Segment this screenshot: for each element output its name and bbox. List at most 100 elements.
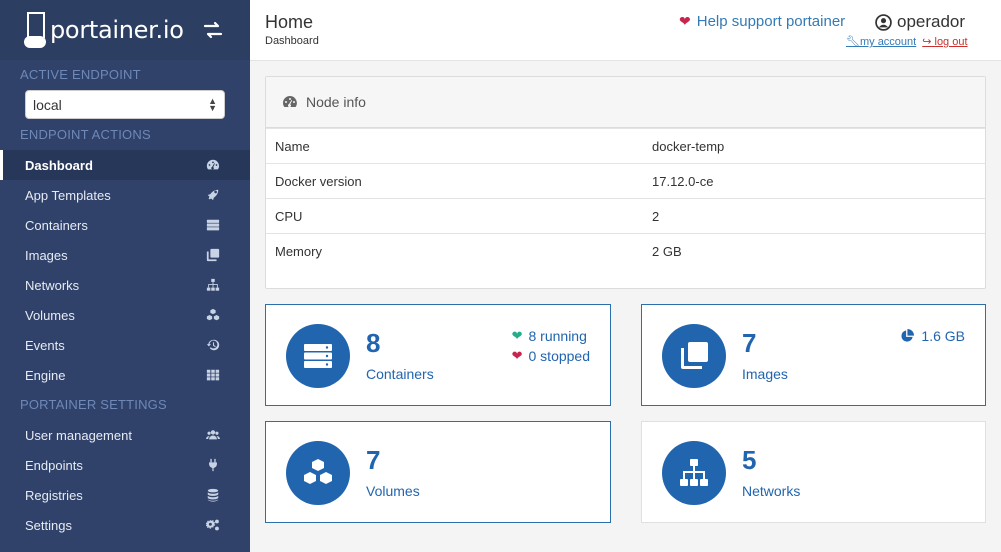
my-account-link[interactable]: 🔧︎my account [846, 35, 916, 48]
active-endpoint-title: ACTIVE ENDPOINT [20, 67, 141, 82]
containers-label: Containers [366, 366, 434, 382]
sidebar-item-app-templates[interactable]: App Templates [0, 180, 250, 210]
info-key: Name [275, 138, 310, 154]
user-info: operador [875, 12, 965, 32]
my-account-label: my account [859, 36, 917, 48]
containers-status: ❤ 8 running ❤ 0 stopped [512, 326, 590, 366]
sidebar-item-label: App Templates [25, 187, 111, 203]
info-key: Docker version [275, 173, 362, 189]
portainer-logo[interactable]: portainer.io [24, 10, 184, 50]
info-value: 2 GB [652, 243, 682, 259]
networks-widget[interactable]: 5 Networks [641, 421, 986, 523]
cogs-icon [206, 518, 220, 532]
sidebar-item-label: Images [25, 247, 68, 263]
table-row: Docker version 17.12.0-ce [266, 163, 985, 198]
help-support-label: Help support portainer [696, 13, 846, 30]
sidebar-item-label: User management [25, 427, 132, 443]
sitemap-icon [662, 441, 726, 505]
containers-widget[interactable]: 8 Containers ❤ 8 running ❤ 0 stopped [265, 304, 611, 406]
users-icon [206, 428, 220, 442]
sidebar-item-images[interactable]: Images [0, 240, 250, 270]
sidebar-item-registries[interactable]: Registries [0, 480, 250, 510]
sidebar-item-label: Settings [25, 517, 72, 533]
brand-name: portainer.io [50, 16, 184, 44]
images-count: 7 [742, 328, 757, 358]
sidebar-item-label: Volumes [25, 307, 75, 323]
table-row: CPU 2 [266, 198, 985, 233]
containers-count: 8 [366, 328, 381, 358]
th-icon [206, 368, 220, 382]
sidebar-item-label: Networks [25, 277, 80, 293]
endpoint-select[interactable]: local ▲ ▼ [25, 90, 225, 119]
running-count: 8 running [528, 328, 587, 344]
cubes-icon [206, 308, 220, 322]
endpoint-select-value: local [33, 96, 62, 113]
volumes-count: 7 [366, 445, 381, 475]
server-icon [206, 218, 220, 232]
cubes-icon [286, 441, 350, 505]
sidebar-item-label: Registries [25, 487, 83, 503]
images-size-value: 1.6 GB [921, 328, 965, 344]
info-value: docker-temp [652, 138, 725, 154]
log-out-link[interactable]: ↪ log out [922, 35, 967, 48]
sidebar-item-events[interactable]: Events [0, 330, 250, 360]
sidebar-item-engine[interactable]: Engine [0, 360, 250, 390]
running-status: ❤ 8 running [512, 326, 590, 346]
table-row: Name docker-temp [266, 128, 985, 163]
top-header: Home Dashboard ❤ Help support portainer … [250, 0, 1001, 61]
sidebar-item-label: Engine [25, 367, 66, 383]
sidebar-item-settings[interactable]: Settings [0, 510, 250, 540]
sidebar-item-user-management[interactable]: User management [0, 420, 250, 450]
heartbeat-icon: ❤ [511, 348, 523, 363]
info-key: CPU [275, 208, 303, 224]
images-label: Images [742, 366, 788, 382]
info-value: 17.12.0-ce [652, 173, 714, 189]
images-widget[interactable]: 7 Images 1.6 GB [641, 304, 986, 406]
sidebar-item-label: Events [25, 337, 65, 353]
breadcrumb: Dashboard [265, 35, 319, 47]
pie-chart-icon [901, 329, 915, 342]
select-arrows-icon: ▲ ▼ [208, 95, 217, 113]
networks-label: Networks [742, 483, 801, 499]
portainer-logo-icon [24, 10, 48, 50]
sidebar-item-containers[interactable]: Containers [0, 210, 250, 240]
node-info-header: Node info [266, 77, 985, 128]
sidebar: portainer.io ACTIVE ENDPOINT local ▲ ▼ EN… [0, 0, 250, 552]
exchange-icon[interactable] [203, 20, 223, 40]
volumes-widget[interactable]: 7 Volumes [265, 421, 611, 523]
endpoint-actions-title: ENDPOINT ACTIONS [20, 127, 151, 142]
help-support-link[interactable]: ❤ Help support portainer [679, 13, 845, 30]
server-icon [286, 324, 350, 388]
username: operador [897, 12, 966, 31]
clone-icon [206, 248, 220, 262]
sidebar-item-endpoints[interactable]: Endpoints [0, 450, 250, 480]
account-links: 🔧︎my account ↪ log out [846, 35, 968, 48]
sidebar-item-label: Containers [25, 217, 88, 233]
tachometer-icon [283, 96, 297, 108]
log-out-label: log out [934, 36, 968, 48]
info-value: 2 [652, 208, 660, 224]
sign-out-icon: ↪ [922, 36, 932, 48]
volumes-label: Volumes [366, 483, 420, 499]
clone-icon [662, 324, 726, 388]
portainer-settings-title: PORTAINER SETTINGS [20, 397, 167, 412]
page-title: Home [265, 12, 314, 32]
heart-icon: ❤ [679, 13, 691, 29]
node-info-title: Node info [306, 94, 366, 110]
wrench-icon: 🔧︎ [846, 36, 860, 48]
rocket-icon [206, 188, 220, 202]
images-size: 1.6 GB [900, 326, 965, 346]
brand[interactable]: portainer.io [0, 0, 250, 60]
sidebar-item-networks[interactable]: Networks [0, 270, 250, 300]
sidebar-item-volumes[interactable]: Volumes [0, 300, 250, 330]
plug-icon [206, 458, 220, 472]
tachometer-icon [206, 158, 220, 172]
heartbeat-icon: ❤ [511, 328, 523, 343]
node-info-panel: Node info Name docker-temp Docker versio… [265, 76, 986, 289]
database-icon [206, 488, 220, 502]
history-icon [206, 338, 220, 352]
networks-count: 5 [742, 445, 757, 475]
sidebar-item-label: Endpoints [25, 457, 83, 473]
user-circle-icon [875, 13, 892, 31]
sidebar-item-dashboard[interactable]: Dashboard [0, 150, 250, 180]
